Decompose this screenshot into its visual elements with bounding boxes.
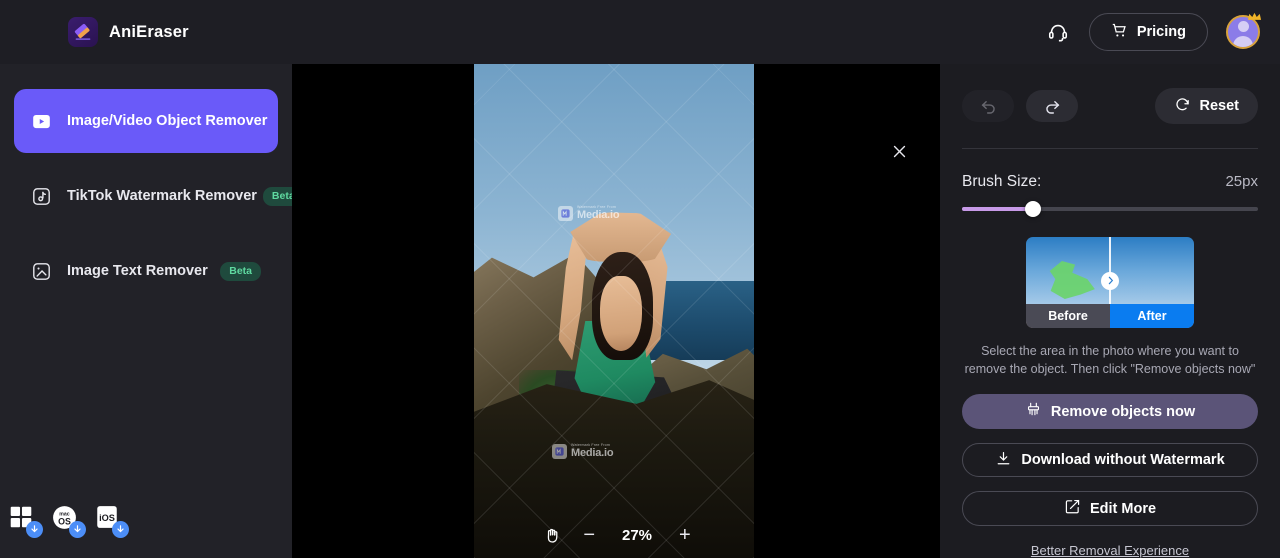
history-controls: Reset <box>962 88 1258 124</box>
music-note-square-icon <box>31 186 52 207</box>
reset-button[interactable]: Reset <box>1154 88 1258 124</box>
download-label: Download without Watermark <box>1021 452 1225 469</box>
pricing-label: Pricing <box>1136 24 1186 40</box>
download-icon <box>26 521 43 538</box>
download-icon <box>69 521 86 538</box>
avatar-body <box>1233 36 1253 47</box>
header-actions: Pricing <box>1045 12 1262 51</box>
sidebar: Image/Video Object Remover TikTok Waterm… <box>0 64 304 558</box>
brush-icon <box>1025 401 1042 422</box>
app-header: AniEraser Pricing <box>0 0 1280 64</box>
after-label: After <box>1110 304 1194 329</box>
beta-badge: Beta <box>220 261 261 281</box>
reset-label: Reset <box>1199 98 1240 114</box>
download-icon <box>112 521 129 538</box>
crown-icon <box>1247 10 1262 28</box>
remove-objects-button[interactable]: Remove objects now <box>962 394 1258 429</box>
text-square-icon <box>31 261 52 282</box>
windows-download[interactable] <box>8 504 43 538</box>
better-removal-experience-link[interactable]: Better Removal Experience <box>962 543 1258 558</box>
macos-download[interactable]: mac OS <box>51 504 86 538</box>
brush-size-slider[interactable] <box>962 200 1258 217</box>
refresh-icon <box>1174 96 1191 117</box>
close-icon[interactable] <box>888 140 910 162</box>
pricing-button[interactable]: Pricing <box>1088 13 1208 51</box>
edit-more-label: Edit More <box>1089 500 1157 517</box>
brush-size-label: Brush Size: <box>962 172 1042 190</box>
brush-size-value: 25px <box>1225 172 1258 190</box>
brush-size-row: Brush Size: 25px <box>962 173 1258 191</box>
slider-fill <box>962 206 1034 211</box>
zoom-level: 27% <box>621 526 653 544</box>
brand-name: AniEraser <box>109 22 189 41</box>
editor-canvas[interactable]: Watermark Free From Media.io Watermark F… <box>292 64 940 558</box>
hand-pan-icon[interactable] <box>541 524 563 546</box>
play-square-icon <box>31 111 52 132</box>
before-label: Before <box>1026 304 1110 329</box>
instruction-text: Select the area in the photo where you w… <box>964 344 1256 377</box>
ios-download[interactable]: iOS <box>94 504 129 538</box>
edit-more-button[interactable]: Edit More <box>962 491 1258 526</box>
sidebar-item-label: Image Text Remover <box>67 263 208 279</box>
zoom-toolbar: − 27% + <box>292 524 940 546</box>
tool-panel: Reset Brush Size: 25px Before After Sele… <box>940 64 1280 558</box>
svg-text:iOS: iOS <box>99 513 115 523</box>
photo-image[interactable]: Watermark Free From Media.io Watermark F… <box>474 64 754 558</box>
zoom-out-button[interactable]: − <box>583 525 595 545</box>
panel-divider <box>962 148 1258 149</box>
platform-downloads: mac OS iOS <box>8 504 129 538</box>
figure-face <box>600 276 642 351</box>
edit-square-icon <box>1064 498 1081 519</box>
sidebar-item-tiktok-watermark-remover[interactable]: TikTok Watermark Remover Beta <box>14 164 304 228</box>
sidebar-item-label: Image/Video Object Remover <box>67 113 268 129</box>
before-after-preview[interactable]: Before After <box>1026 237 1194 329</box>
redo-button[interactable] <box>1026 90 1078 122</box>
avatar[interactable] <box>1226 12 1262 49</box>
sidebar-item-object-remover[interactable]: Image/Video Object Remover <box>14 89 278 153</box>
download-without-watermark-button[interactable]: Download without Watermark <box>962 442 1258 478</box>
app-body: Image/Video Object Remover TikTok Waterm… <box>0 64 1280 558</box>
remove-objects-label: Remove objects now <box>1050 403 1196 420</box>
anieraser-app: AniEraser Pricing Image/Video Object Rem… <box>0 0 1280 558</box>
slider-thumb[interactable] <box>1025 200 1042 217</box>
eraser-icon <box>68 17 98 47</box>
download-icon <box>995 450 1012 471</box>
sidebar-item-label: TikTok Watermark Remover <box>67 188 257 204</box>
undo-button[interactable] <box>962 90 1014 122</box>
cart-icon <box>1111 22 1128 43</box>
headset-icon[interactable] <box>1045 19 1071 45</box>
sidebar-item-image-text-remover[interactable]: Image Text Remover Beta <box>14 239 278 303</box>
chevron-right-icon[interactable] <box>1101 271 1119 290</box>
zoom-in-button[interactable]: + <box>679 525 691 545</box>
brand: AniEraser <box>68 17 189 47</box>
